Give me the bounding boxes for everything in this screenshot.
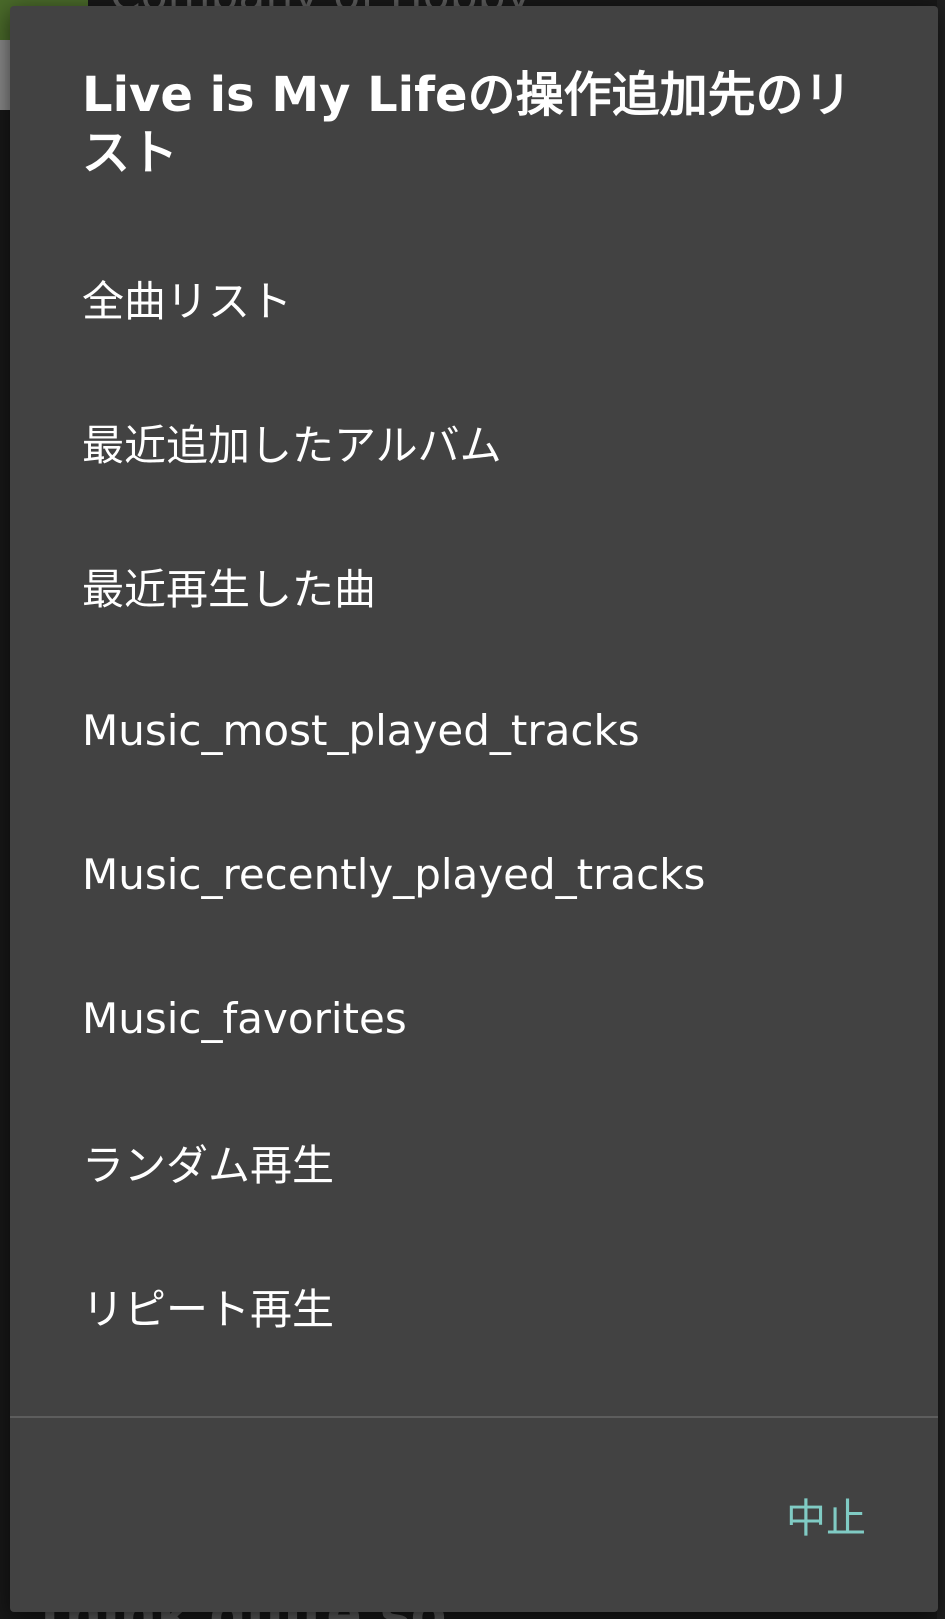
list-item-label: リピート再生 [82,1284,335,1334]
list-item-repeat-play[interactable]: リピート再生 [10,1234,938,1378]
list-item-label: 全曲リスト [82,276,293,326]
list-item-recently-added-albums[interactable]: 最近追加したアルバム [10,370,938,514]
list-item-label: 最近再生した曲 [82,564,377,614]
list-item-label: Music_recently_played_tracks [82,849,706,899]
list-item-label: ランダム再生 [82,1140,335,1190]
list-item-label: Music_favorites [82,993,407,1043]
background-thumbnail-edge [0,40,10,110]
list-item-most-played-tracks[interactable]: Music_most_played_tracks [10,658,938,802]
cancel-button[interactable]: 中止 [786,1486,866,1544]
destination-list: 全曲リスト 最近追加したアルバム 最近再生した曲 Music_most_play… [10,226,938,1378]
list-item-shuffle-play[interactable]: ランダム再生 [10,1090,938,1234]
background-right-edge [937,0,945,1619]
dialog-actions: 中止 [10,1418,938,1612]
dialog-title: Live is My Lifeの操作追加先のリスト [82,67,852,181]
list-item-label: 最近追加したアルバム [82,420,502,470]
screen: Company of Hobby think quite so Live is … [0,0,945,1619]
list-item-favorites[interactable]: Music_favorites [10,946,938,1090]
add-to-list-dialog: Live is My Lifeの操作追加先のリスト 全曲リスト 最近追加したアル… [10,6,938,1612]
list-item-recently-played-tracks[interactable]: Music_recently_played_tracks [10,802,938,946]
list-item-label: Music_most_played_tracks [82,705,640,755]
list-item-recently-played-songs[interactable]: 最近再生した曲 [10,514,938,658]
list-item-all-tracks[interactable]: 全曲リスト [10,226,938,370]
